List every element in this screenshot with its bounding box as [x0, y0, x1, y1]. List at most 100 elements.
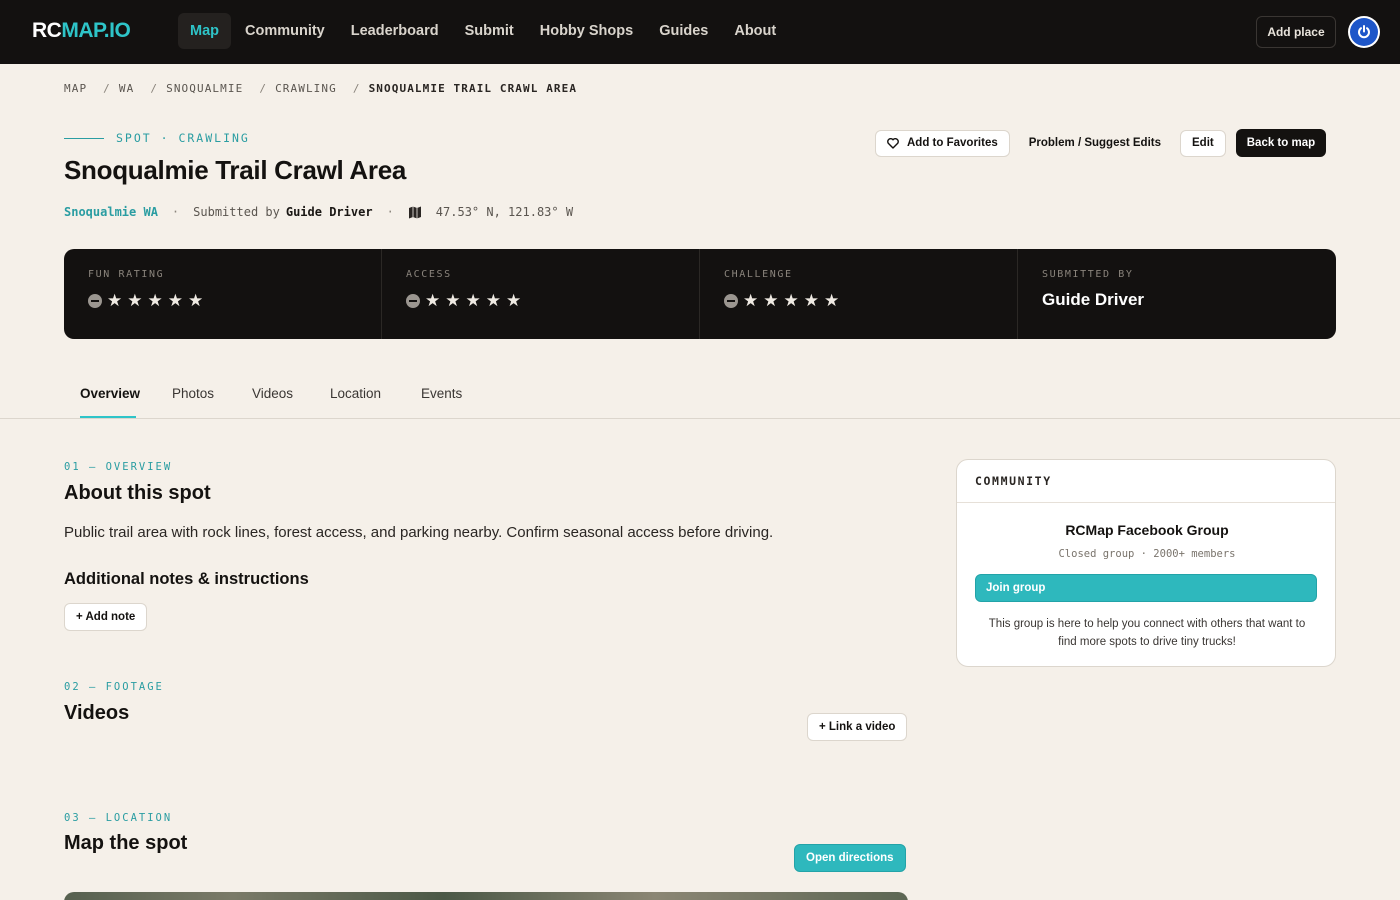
- notes-title: Additional notes & instructions: [64, 570, 309, 588]
- location-eyebrow: 03 — LOCATION: [64, 812, 173, 824]
- power-icon: [1350, 18, 1378, 46]
- heart-icon: [887, 137, 899, 149]
- star-icon[interactable]: ★: [743, 292, 758, 309]
- group-description: This group is here to help you connect w…: [988, 618, 1306, 648]
- submitted-prefix: Submitted by: [193, 205, 280, 219]
- group-meta: Closed group · 2000+ members: [1058, 548, 1236, 560]
- stat-label: ACCESS: [406, 269, 452, 280]
- star-icon[interactable]: ★: [506, 292, 521, 309]
- nav-item-leaderboard[interactable]: Leaderboard: [339, 13, 451, 49]
- breadcrumb-wa[interactable]: WA: [119, 82, 134, 95]
- star-icon[interactable]: ★: [425, 292, 440, 309]
- add-place-button[interactable]: Add place: [1256, 16, 1336, 48]
- tab-photos[interactable]: Photos: [172, 386, 214, 401]
- eyebrow-line: [64, 137, 104, 139]
- star-icon[interactable]: ★: [445, 292, 460, 309]
- community-heading: COMMUNITY: [957, 460, 1335, 503]
- tab-location[interactable]: Location: [330, 386, 381, 401]
- star-icon[interactable]: ★: [486, 292, 501, 309]
- spot-actions: Add to Favorites Problem / Suggest Edits…: [875, 129, 1327, 157]
- breadcrumb-separator: /: [150, 82, 159, 95]
- breadcrumb-map[interactable]: MAP: [64, 82, 87, 95]
- overview-title: About this spot: [64, 482, 211, 504]
- stat-submitted-by: SUBMITTED BY Guide Driver: [1018, 249, 1336, 339]
- stat-access: ACCESS ★ ★ ★ ★ ★: [382, 249, 700, 339]
- nav-item-community[interactable]: Community: [233, 13, 337, 49]
- add-to-favorites-button[interactable]: Add to Favorites: [875, 129, 1010, 157]
- main-nav: Map Community Leaderboard Submit Hobby S…: [178, 13, 790, 49]
- stat-submitted-by-value: Guide Driver: [1042, 290, 1145, 309]
- nav-item-about[interactable]: About: [722, 13, 788, 49]
- tab-events[interactable]: Events: [421, 386, 462, 401]
- breadcrumb-separator: /: [352, 82, 361, 95]
- stat-label: CHALLENGE: [724, 269, 793, 280]
- link-video-button[interactable]: + Link a video: [807, 713, 908, 741]
- edit-button[interactable]: Edit: [1180, 129, 1226, 157]
- top-navigation-bar: RCMAP.IO Map Community Leaderboard Submi…: [0, 0, 1400, 64]
- stat-label: SUBMITTED BY: [1042, 269, 1134, 280]
- map-icon: [408, 206, 422, 219]
- breadcrumb-crawling[interactable]: CRAWLING: [275, 82, 337, 95]
- star-icon[interactable]: ★: [784, 292, 799, 309]
- tab-videos[interactable]: Videos: [252, 386, 293, 401]
- user-avatar[interactable]: [1348, 16, 1380, 48]
- about-text: Public trail area with rock lines, fores…: [64, 524, 774, 541]
- star-icon[interactable]: ★: [824, 292, 839, 309]
- stats-panel: FUN RATING ★ ★ ★ ★ ★ ACCESS ★ ★ ★ ★ ★ CHALLENGE …: [64, 249, 1336, 339]
- add-to-favorites-label: Add to Favorites: [907, 136, 998, 149]
- spot-eyebrow: SPOT · CRAWLING: [64, 131, 250, 145]
- breadcrumb-current: SNOQUALMIE TRAIL CRAWL AREA: [368, 82, 578, 95]
- map-title: Map the spot: [64, 832, 188, 854]
- star-icon[interactable]: ★: [168, 292, 183, 309]
- add-note-button[interactable]: + Add note: [64, 603, 148, 631]
- access-stars[interactable]: ★ ★ ★ ★ ★: [406, 292, 675, 309]
- meta-separator: ·: [171, 205, 180, 219]
- community-card: COMMUNITY RCMap Facebook Group Closed gr…: [956, 459, 1336, 667]
- fun-rating-stars[interactable]: ★ ★ ★ ★ ★: [88, 292, 357, 309]
- meta-separator: ·: [386, 205, 394, 219]
- clear-rating-icon[interactable]: [406, 293, 420, 308]
- nav-item-hobby-shops[interactable]: Hobby Shops: [528, 13, 645, 49]
- challenge-stars[interactable]: ★ ★ ★ ★ ★: [724, 292, 993, 309]
- star-icon[interactable]: ★: [466, 292, 481, 309]
- coordinates: 47.53° N, 121.83° W: [435, 205, 574, 219]
- group-name: RCMap Facebook Group: [1065, 522, 1229, 538]
- star-icon[interactable]: ★: [107, 292, 122, 309]
- star-icon[interactable]: ★: [804, 292, 819, 309]
- star-icon[interactable]: ★: [188, 292, 203, 309]
- suggest-edits-button[interactable]: Problem / Suggest Edits: [1010, 130, 1180, 157]
- star-icon[interactable]: ★: [763, 292, 778, 309]
- overview-eyebrow: 01 — OVERVIEW: [64, 461, 173, 473]
- clear-rating-icon[interactable]: [88, 293, 102, 308]
- section-tabs: Overview Photos Videos Location Events: [0, 374, 1400, 419]
- logo-text-map: MAP.IO: [61, 19, 131, 42]
- stat-label: FUN RATING: [88, 269, 165, 280]
- active-tab-indicator: [80, 416, 136, 418]
- back-to-map-button[interactable]: Back to map: [1235, 129, 1327, 157]
- nav-item-submit[interactable]: Submit: [453, 13, 526, 49]
- logo-text-rc: RC: [32, 19, 62, 42]
- videos-title: Videos: [64, 702, 130, 724]
- tab-overview[interactable]: Overview: [80, 386, 140, 401]
- open-directions-button[interactable]: Open directions: [794, 844, 906, 872]
- site-logo[interactable]: RCMAP.IO: [32, 19, 131, 43]
- submitted-by-user[interactable]: Guide Driver: [286, 205, 373, 219]
- star-icon[interactable]: ★: [127, 292, 142, 309]
- breadcrumb-separator: /: [259, 82, 268, 95]
- breadcrumb-snoqualmie[interactable]: SNOQUALMIE: [166, 82, 243, 95]
- nav-item-map[interactable]: Map: [178, 13, 231, 49]
- breadcrumb: MAP / WA / SNOQUALMIE / CRAWLING / SNOQU…: [64, 82, 577, 95]
- spot-meta: Snoqualmie WA · Submitted by Guide Drive…: [64, 205, 573, 219]
- clear-rating-icon[interactable]: [724, 293, 738, 308]
- nav-item-guides[interactable]: Guides: [647, 13, 720, 49]
- satellite-map[interactable]: [64, 892, 908, 900]
- stat-challenge: CHALLENGE ★ ★ ★ ★ ★: [700, 249, 1018, 339]
- star-icon[interactable]: ★: [148, 292, 163, 309]
- spot-type-label: SPOT · CRAWLING: [116, 131, 250, 145]
- stat-fun-rating: FUN RATING ★ ★ ★ ★ ★: [64, 249, 382, 339]
- footage-eyebrow: 02 — FOOTAGE: [64, 681, 164, 693]
- join-group-button[interactable]: Join group: [975, 574, 1317, 602]
- location-link[interactable]: Snoqualmie WA: [64, 205, 158, 219]
- breadcrumb-separator: /: [103, 82, 111, 95]
- page-title: Snoqualmie Trail Crawl Area: [64, 155, 407, 185]
